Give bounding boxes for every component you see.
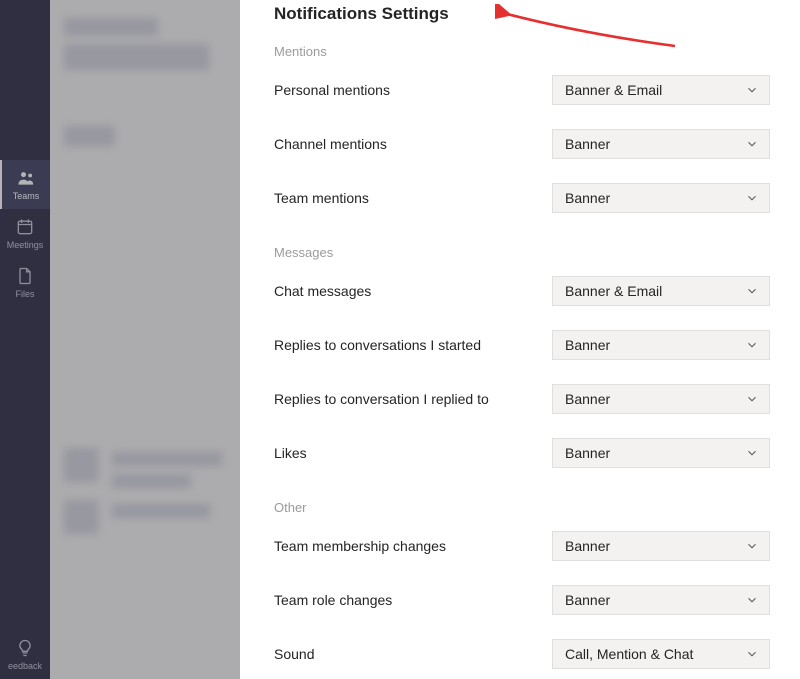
rail-item-label: Meetings: [7, 240, 44, 250]
rail-item-label: eedback: [8, 661, 42, 671]
chevron-down-icon: [745, 83, 759, 97]
dropdown-value: Banner: [565, 391, 610, 407]
dropdown-value: Banner: [565, 445, 610, 461]
setting-dropdown[interactable]: Call, Mention & Chat: [552, 639, 770, 669]
dropdown-value: Banner: [565, 190, 610, 206]
chevron-down-icon: [745, 647, 759, 661]
chevron-down-icon: [745, 539, 759, 553]
setting-dropdown[interactable]: Banner: [552, 585, 770, 615]
setting-label: Channel mentions: [274, 136, 387, 152]
setting-row: Team membership changes Banner: [274, 519, 770, 573]
rail-item-files[interactable]: Files: [0, 258, 50, 307]
calendar-icon: [15, 217, 35, 237]
app-rail: Teams Meetings Files eedback: [0, 0, 50, 679]
setting-label: Team membership changes: [274, 538, 446, 554]
setting-dropdown[interactable]: Banner & Email: [552, 276, 770, 306]
setting-dropdown[interactable]: Banner: [552, 438, 770, 468]
rail-item-teams[interactable]: Teams: [0, 160, 50, 209]
dropdown-value: Banner & Email: [565, 82, 662, 98]
dropdown-value: Call, Mention & Chat: [565, 646, 693, 662]
setting-label: Team mentions: [274, 190, 369, 206]
rail-item-label: Files: [15, 289, 34, 299]
files-icon: [15, 266, 35, 286]
rail-item-label: Teams: [13, 191, 40, 201]
setting-row: Personal mentions Banner & Email: [274, 63, 770, 117]
setting-dropdown[interactable]: Banner & Email: [552, 75, 770, 105]
setting-dropdown[interactable]: Banner: [552, 330, 770, 360]
chevron-down-icon: [745, 593, 759, 607]
rail-item-meetings[interactable]: Meetings: [0, 209, 50, 258]
section-heading: Messages: [274, 245, 770, 260]
dropdown-value: Banner: [565, 337, 610, 353]
chevron-down-icon: [745, 137, 759, 151]
setting-label: Replies to conversations I started: [274, 337, 481, 353]
setting-label: Replies to conversation I replied to: [274, 391, 489, 407]
setting-row: Chat messages Banner & Email: [274, 264, 770, 318]
panel-title: Notifications Settings: [274, 4, 770, 24]
dropdown-value: Banner: [565, 136, 610, 152]
teams-icon: [16, 168, 36, 188]
rail-item-feedback[interactable]: eedback: [0, 630, 50, 679]
chevron-down-icon: [745, 191, 759, 205]
chevron-down-icon: [745, 392, 759, 406]
notifications-settings-panel: Notifications Settings Mentions Personal …: [240, 0, 800, 679]
setting-dropdown[interactable]: Banner: [552, 183, 770, 213]
setting-row: Likes Banner: [274, 426, 770, 480]
setting-label: Likes: [274, 445, 307, 461]
setting-row: Replies to conversations I started Banner: [274, 318, 770, 372]
setting-row: Sound Call, Mention & Chat: [274, 627, 770, 679]
chevron-down-icon: [745, 338, 759, 352]
setting-label: Personal mentions: [274, 82, 390, 98]
setting-row: Replies to conversation I replied to Bann…: [274, 372, 770, 426]
section-heading: Mentions: [274, 44, 770, 59]
chevron-down-icon: [745, 284, 759, 298]
setting-row: Channel mentions Banner: [274, 117, 770, 171]
dropdown-value: Banner & Email: [565, 283, 662, 299]
section-heading: Other: [274, 500, 770, 515]
setting-label: Sound: [274, 646, 314, 662]
dropdown-value: Banner: [565, 538, 610, 554]
setting-label: Team role changes: [274, 592, 392, 608]
setting-row: Team mentions Banner: [274, 171, 770, 225]
setting-dropdown[interactable]: Banner: [552, 384, 770, 414]
chevron-down-icon: [745, 446, 759, 460]
setting-dropdown[interactable]: Banner: [552, 129, 770, 159]
teams-list-panel: [50, 0, 240, 679]
setting-row: Team role changes Banner: [274, 573, 770, 627]
setting-label: Chat messages: [274, 283, 371, 299]
dropdown-value: Banner: [565, 592, 610, 608]
bulb-icon: [15, 638, 35, 658]
setting-dropdown[interactable]: Banner: [552, 531, 770, 561]
